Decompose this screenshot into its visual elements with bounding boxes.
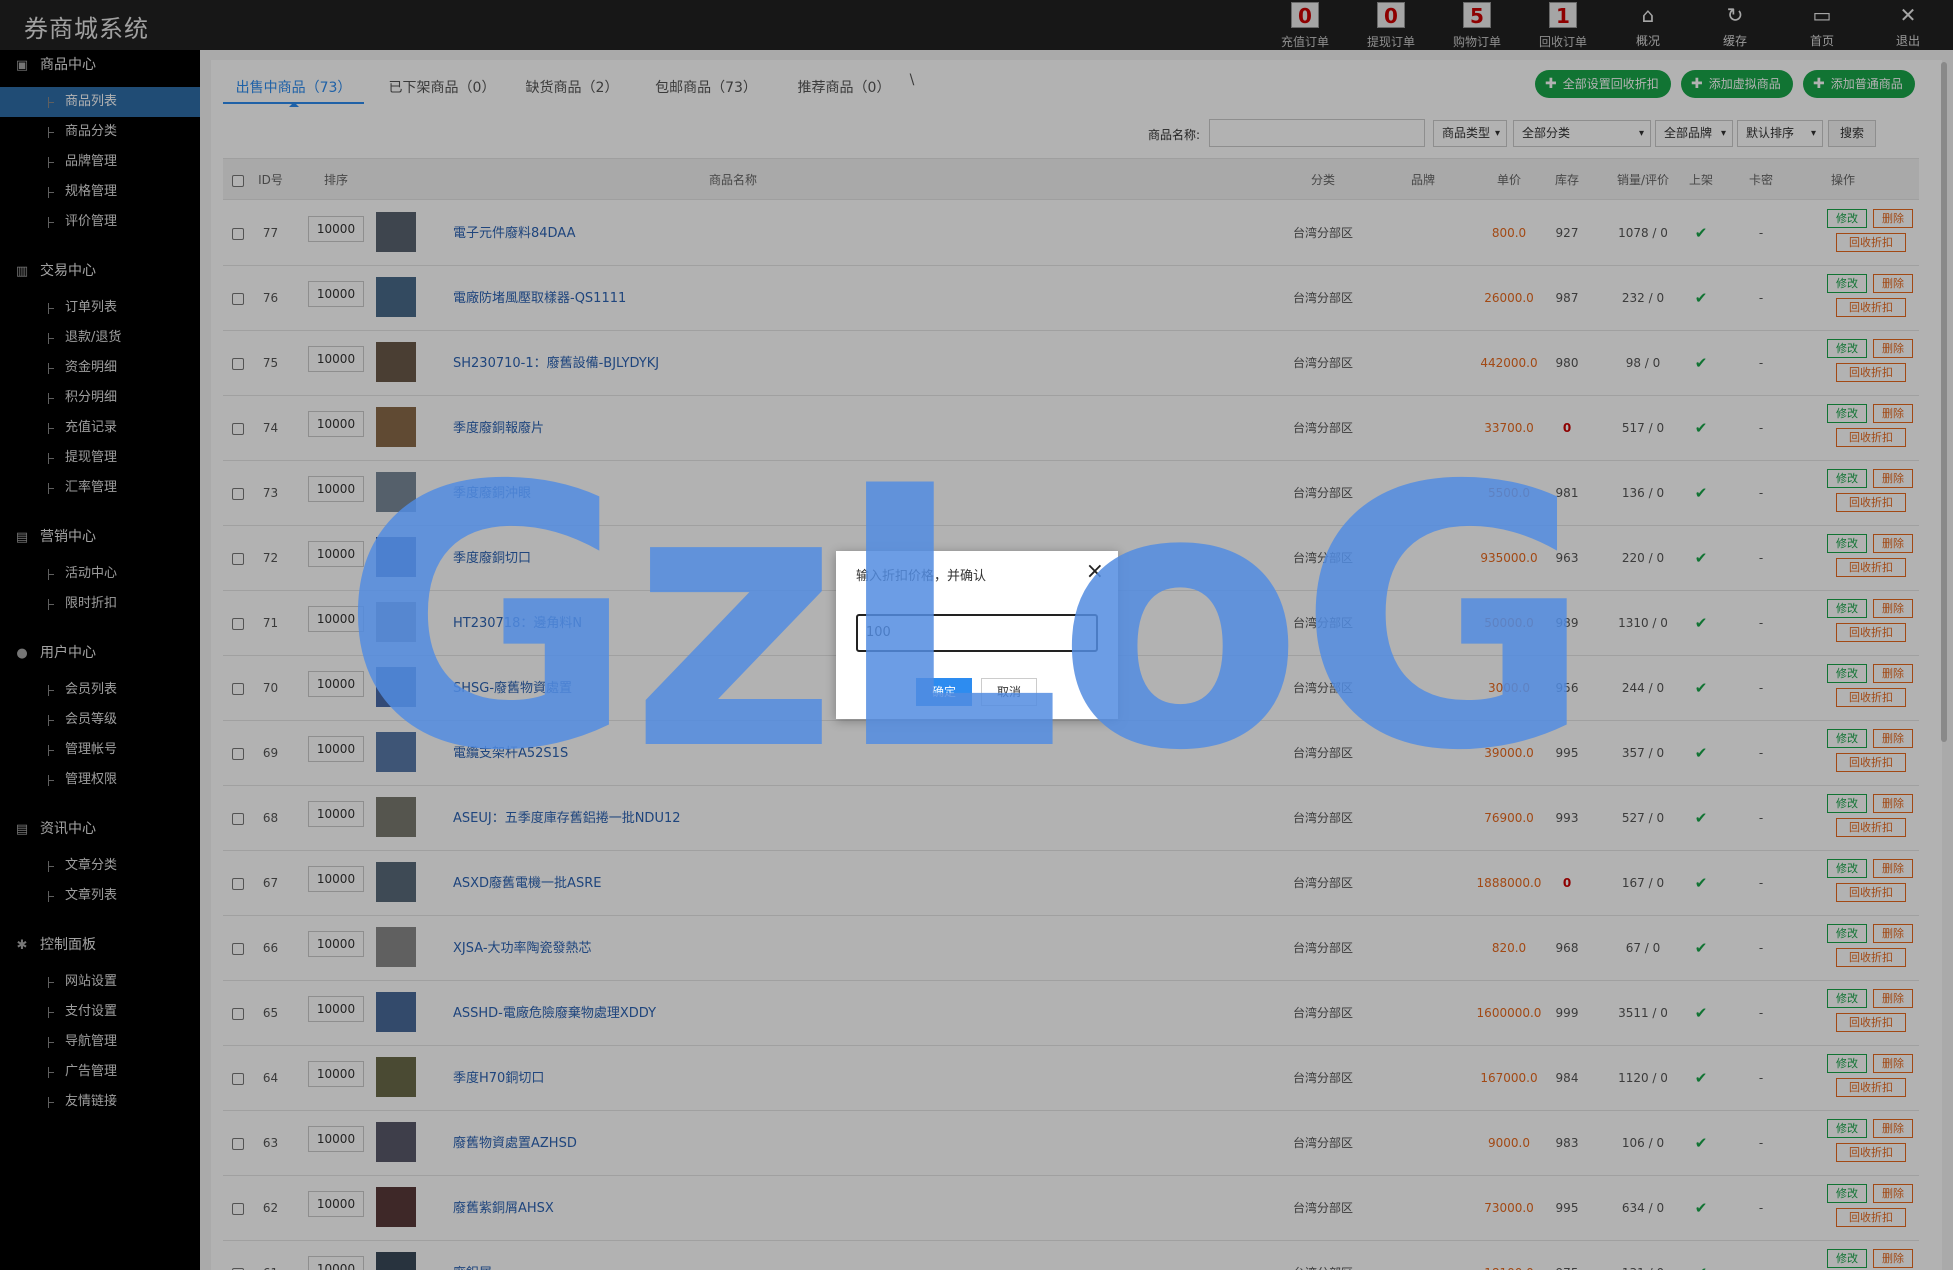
watermark-logo: GzLoG — [340, 410, 1593, 829]
